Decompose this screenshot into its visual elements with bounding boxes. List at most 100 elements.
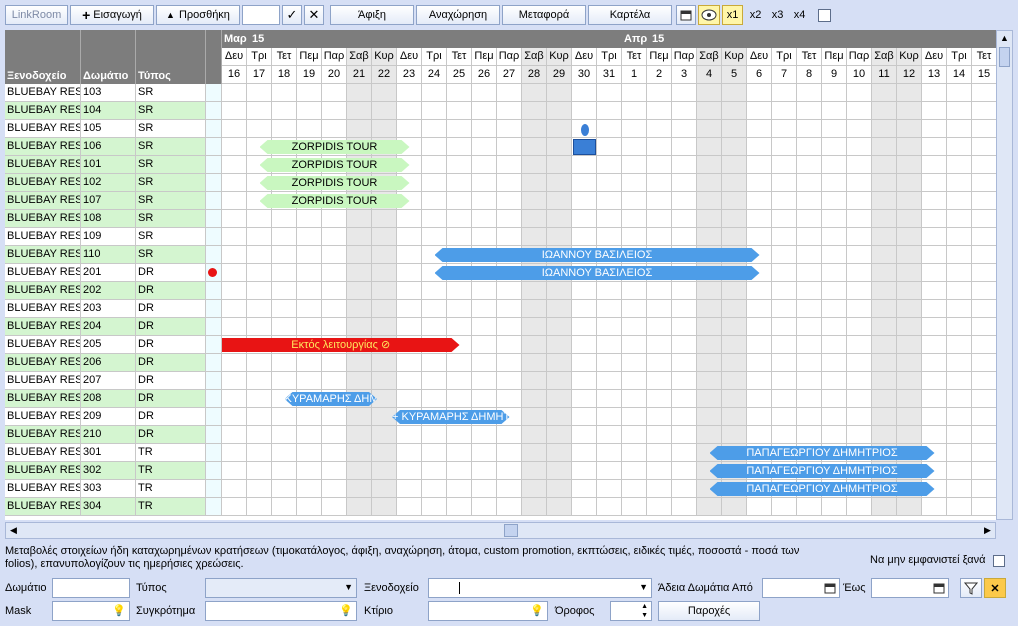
day-slot[interactable] — [297, 480, 322, 498]
day-slot[interactable] — [497, 282, 522, 300]
type-cell[interactable]: DR — [136, 408, 206, 426]
day-slot[interactable] — [322, 462, 347, 480]
day-slot[interactable] — [597, 354, 622, 372]
day-slot[interactable] — [422, 138, 447, 156]
day-slot[interactable] — [222, 498, 247, 516]
day-slot[interactable] — [897, 426, 922, 444]
day-slot[interactable] — [572, 390, 597, 408]
type-cell[interactable]: TR — [136, 498, 206, 516]
day-slot[interactable] — [297, 84, 322, 102]
day-slot[interactable] — [622, 336, 647, 354]
day-slot[interactable] — [922, 408, 947, 426]
day-slot[interactable] — [322, 426, 347, 444]
day-slot[interactable] — [572, 174, 597, 192]
day-slot[interactable] — [872, 228, 897, 246]
room-cell[interactable]: 101 — [81, 156, 136, 174]
day-slot[interactable] — [647, 138, 672, 156]
day-slot[interactable] — [872, 282, 897, 300]
day-slot[interactable] — [672, 444, 697, 462]
day-slot[interactable] — [397, 210, 422, 228]
hotel-cell[interactable]: BLUEBAY RESO — [5, 84, 81, 102]
room-cell[interactable]: 205 — [81, 336, 136, 354]
day-slot[interactable] — [572, 408, 597, 426]
day-slot[interactable] — [797, 336, 822, 354]
day-slot[interactable] — [847, 192, 872, 210]
day-slot[interactable] — [672, 282, 697, 300]
lightbulb-icon[interactable]: 💡 — [112, 604, 126, 617]
day-slot[interactable] — [872, 318, 897, 336]
type-cell[interactable]: DR — [136, 354, 206, 372]
day-slot[interactable] — [322, 210, 347, 228]
day-slot[interactable] — [472, 336, 497, 354]
day-slot[interactable] — [847, 426, 872, 444]
hotel-cell[interactable]: BLUEBAY RESO — [5, 318, 81, 336]
day-slot[interactable] — [522, 210, 547, 228]
day-slot[interactable] — [672, 318, 697, 336]
day-slot[interactable] — [572, 336, 597, 354]
day-slot[interactable] — [347, 300, 372, 318]
day-slot[interactable] — [872, 210, 897, 228]
day-slot[interactable] — [572, 462, 597, 480]
day-slot[interactable] — [697, 120, 722, 138]
day-slot[interactable] — [297, 426, 322, 444]
day-slot[interactable] — [472, 156, 497, 174]
day-slot[interactable] — [947, 498, 972, 516]
day-slot[interactable] — [422, 354, 447, 372]
hotel-cell[interactable]: BLUEBAY RESO — [5, 300, 81, 318]
day-slot[interactable] — [972, 318, 996, 336]
selected-slot[interactable] — [573, 139, 596, 155]
day-slot[interactable] — [672, 336, 697, 354]
day-slot[interactable] — [847, 282, 872, 300]
day-slot[interactable] — [972, 84, 996, 102]
day-slot[interactable] — [672, 210, 697, 228]
day-slot[interactable] — [622, 390, 647, 408]
day-slot[interactable] — [972, 498, 996, 516]
day-slot[interactable] — [497, 300, 522, 318]
day-slot[interactable] — [522, 390, 547, 408]
day-slot[interactable] — [947, 480, 972, 498]
day-slot[interactable] — [622, 84, 647, 102]
day-slot[interactable] — [372, 246, 397, 264]
room-cell[interactable]: 203 — [81, 300, 136, 318]
day-slot[interactable] — [972, 228, 996, 246]
day-slot[interactable] — [597, 174, 622, 192]
day-slot[interactable] — [447, 318, 472, 336]
day-slot[interactable] — [747, 210, 772, 228]
hotel-cell[interactable]: BLUEBAY RESO — [5, 138, 81, 156]
day-slot[interactable] — [247, 498, 272, 516]
day-slot[interactable] — [947, 318, 972, 336]
day-slot[interactable] — [322, 246, 347, 264]
day-slot[interactable] — [797, 102, 822, 120]
day-slot[interactable] — [922, 498, 947, 516]
day-slot[interactable] — [722, 102, 747, 120]
day-slot[interactable] — [422, 84, 447, 102]
day-slot[interactable] — [747, 120, 772, 138]
day-slot[interactable] — [247, 372, 272, 390]
room-filter-input[interactable] — [52, 578, 130, 598]
day-slot[interactable] — [447, 102, 472, 120]
day-slot[interactable] — [772, 102, 797, 120]
day-slot[interactable] — [622, 426, 647, 444]
day-slot[interactable] — [472, 444, 497, 462]
day-slot[interactable] — [797, 138, 822, 156]
day-slot[interactable] — [422, 318, 447, 336]
day-slot[interactable] — [847, 156, 872, 174]
day-slot[interactable] — [497, 102, 522, 120]
day-slot[interactable] — [772, 318, 797, 336]
day-slot[interactable] — [572, 354, 597, 372]
confirm-button[interactable]: ✓ — [282, 5, 302, 25]
day-slot[interactable] — [422, 300, 447, 318]
linkroom-button[interactable]: LinkRoom — [5, 5, 68, 25]
day-slot[interactable] — [547, 84, 572, 102]
day-slot[interactable] — [772, 210, 797, 228]
room-cell[interactable]: 204 — [81, 318, 136, 336]
day-slot[interactable] — [797, 210, 822, 228]
day-slot[interactable] — [397, 498, 422, 516]
day-slot[interactable] — [397, 390, 422, 408]
day-slot[interactable] — [847, 120, 872, 138]
day-slot[interactable] — [547, 426, 572, 444]
day-slot[interactable] — [772, 498, 797, 516]
day-slot[interactable] — [872, 426, 897, 444]
day-slot[interactable] — [272, 462, 297, 480]
day-slot[interactable] — [872, 372, 897, 390]
